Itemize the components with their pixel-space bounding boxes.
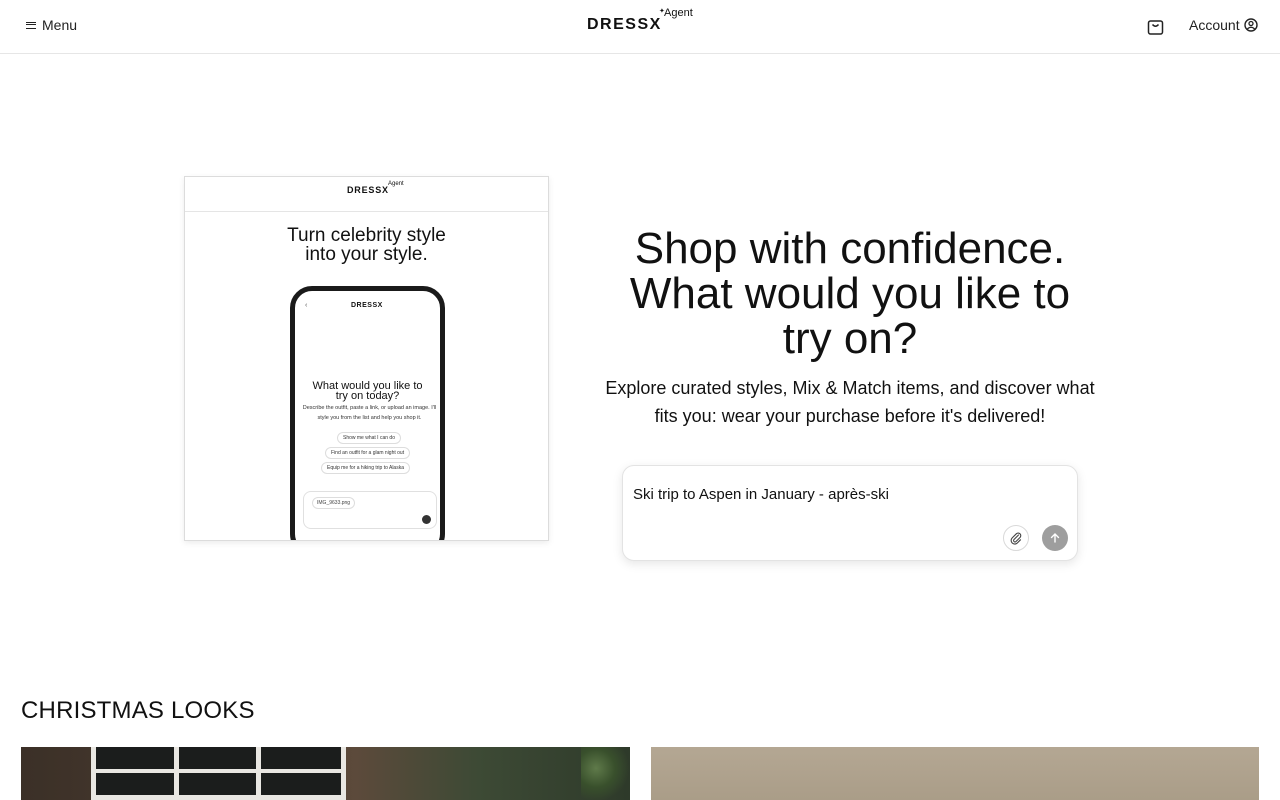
shopping-bag-icon xyxy=(1147,20,1164,35)
phone-logo: DRESSX xyxy=(351,302,383,309)
site-logo[interactable]: DRESSX ✦ Agent xyxy=(587,7,697,39)
preview-logo: DRESSX Agent xyxy=(347,181,404,195)
preview-logo-suffix: Agent xyxy=(388,181,404,187)
look-card[interactable] xyxy=(21,747,630,800)
paperclip-icon xyxy=(1010,532,1022,545)
hamburger-icon xyxy=(26,21,36,29)
phone-back-icon: ‹ xyxy=(305,302,308,309)
phone-chip: Find an outfit for a glam night out xyxy=(325,447,411,459)
phone-send-icon xyxy=(422,515,431,524)
phone-chip: Equip me for a hiking trip to Alaska xyxy=(321,462,410,474)
menu-label: Menu xyxy=(42,17,78,33)
phone-question: What would you like to try on today? xyxy=(312,380,423,402)
prompt-box xyxy=(622,465,1078,561)
logo-wordmark: DRESSX xyxy=(587,16,662,33)
look-card[interactable] xyxy=(651,747,1259,800)
phone-subtext: Describe the outfit, paste a link, or up… xyxy=(302,405,437,421)
phone-attachment-tag: IMG_9633.png xyxy=(312,497,356,509)
hero-title: Shop with confidence. What would you lik… xyxy=(629,224,1071,363)
cart-button[interactable] xyxy=(1146,17,1165,36)
look-image-window xyxy=(91,747,346,800)
send-button[interactable] xyxy=(1042,525,1068,551)
account-button[interactable]: Account xyxy=(1189,17,1258,33)
phone-input: IMG_9633.png xyxy=(303,491,437,529)
site-header: Menu DRESSX ✦ Agent Account xyxy=(0,0,1280,54)
logo-agent-suffix: Agent xyxy=(664,7,693,19)
account-label: Account xyxy=(1189,17,1240,33)
section-title-christmas-looks: CHRISTMAS LOOKS xyxy=(21,697,255,724)
preview-header: DRESSX Agent xyxy=(185,177,548,212)
menu-button[interactable]: Menu xyxy=(26,17,77,33)
arrow-up-icon xyxy=(1050,533,1060,543)
user-circle-icon xyxy=(1243,18,1258,32)
phone-chip: Show me what I can do xyxy=(337,432,401,444)
preview-headline: Turn celebrity style into your style. xyxy=(287,225,446,265)
phone-mockup: ‹ DRESSX What would you like to try on t… xyxy=(290,286,445,540)
preview-logo-wordmark: DRESSX xyxy=(347,185,389,195)
agent-preview-card: DRESSX Agent Turn celebrity style into y… xyxy=(184,176,549,541)
attach-button[interactable] xyxy=(1003,525,1029,551)
prompt-input[interactable] xyxy=(633,486,1063,503)
hero-subtitle: Explore curated styles, Mix & Match item… xyxy=(605,378,1095,426)
